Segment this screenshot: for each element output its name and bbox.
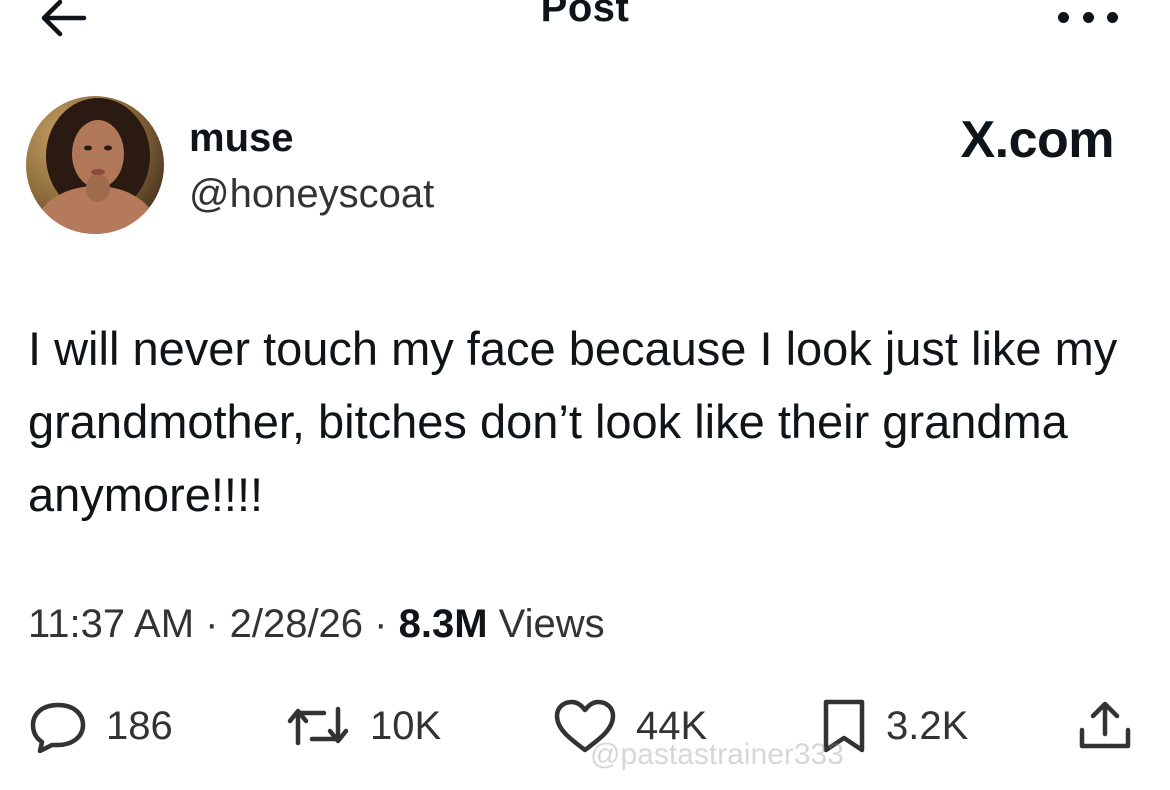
post-time: 11:37 AM — [28, 602, 195, 646]
more-horizontal-icon — [1058, 11, 1069, 23]
post-meta: 11:37 AM · 2/28/26 · 8.3M Views — [28, 598, 605, 650]
more-dot — [1107, 11, 1118, 23]
views-count[interactable]: 8.3M — [399, 602, 488, 646]
post-date: 2/28/26 — [229, 602, 364, 646]
repost-count: 10K — [370, 704, 442, 748]
top-bar: Post — [0, 0, 1170, 44]
watermark: @pastastrainer333 — [590, 738, 844, 771]
meta-separator: · — [194, 602, 230, 646]
share-button[interactable] — [1076, 696, 1134, 756]
display-name[interactable]: muse — [189, 114, 294, 162]
avatar-image — [26, 96, 164, 234]
views-label: Views — [487, 602, 605, 646]
repost-button[interactable]: 10K — [284, 696, 441, 756]
repost-icon — [287, 706, 349, 746]
page-title: Post — [540, 0, 630, 30]
reply-count: 186 — [106, 704, 173, 748]
post-page: Post muse @honeyscoat X.com I will never… — [0, 0, 1170, 790]
avatar[interactable] — [26, 96, 164, 234]
reply-button[interactable]: 186 — [28, 696, 173, 756]
bookmark-count: 3.2K — [886, 704, 969, 748]
post-text: I will never touch my face because I loo… — [28, 322, 1118, 521]
reply-icon — [30, 702, 86, 753]
share-icon — [1079, 701, 1131, 749]
user-handle[interactable]: @honeyscoat — [189, 170, 434, 218]
source-label: X.com — [960, 111, 1114, 169]
meta-separator: · — [363, 602, 399, 646]
more-dot — [1082, 11, 1094, 23]
more-options-button[interactable] — [1058, 2, 1118, 32]
